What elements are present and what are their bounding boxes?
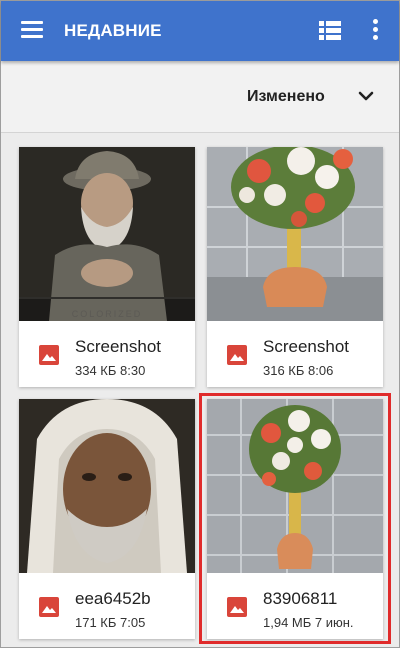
- chevron-down-icon[interactable]: [354, 86, 378, 106]
- file-name: Screenshot: [263, 337, 349, 356]
- file-thumbnail: COLORIZED: [19, 147, 195, 321]
- image-file-icon: [227, 597, 247, 617]
- file-thumbnail: [207, 147, 383, 321]
- file-meta: 1,94 МБ 7 июн.: [263, 615, 354, 630]
- image-file-icon: [39, 597, 59, 617]
- app-bar: НЕДАВНИЕ: [1, 1, 399, 61]
- file-name: Screenshot: [75, 337, 161, 356]
- file-name: eea6452b: [75, 589, 151, 608]
- image-file-icon: [39, 345, 59, 365]
- svg-text:COLORIZED: COLORIZED: [72, 309, 143, 319]
- file-card[interactable]: COLORIZED Screenshot 334 КБ 8:30: [19, 147, 195, 387]
- file-meta: 316 КБ 8:06: [263, 363, 334, 378]
- file-meta: 334 КБ 8:30: [75, 363, 146, 378]
- more-vert-icon[interactable]: [369, 18, 381, 42]
- file-meta: 171 КБ 7:05: [75, 615, 146, 630]
- sort-bar: Изменено: [1, 61, 399, 133]
- file-name: 83906811: [263, 589, 338, 608]
- file-card[interactable]: eea6452b 171 КБ 7:05: [19, 399, 195, 639]
- image-file-icon: [227, 345, 247, 365]
- file-card-selected[interactable]: 83906811 1,94 МБ 7 июн.: [207, 399, 383, 639]
- list-view-icon[interactable]: [319, 21, 341, 40]
- hamburger-menu-icon[interactable]: [21, 21, 43, 39]
- sort-label[interactable]: Изменено: [247, 88, 325, 106]
- page-title: НЕДАВНИЕ: [64, 21, 162, 40]
- file-thumbnail: [207, 399, 383, 573]
- file-thumbnail: [19, 399, 195, 573]
- file-card[interactable]: Screenshot 316 КБ 8:06: [207, 147, 383, 387]
